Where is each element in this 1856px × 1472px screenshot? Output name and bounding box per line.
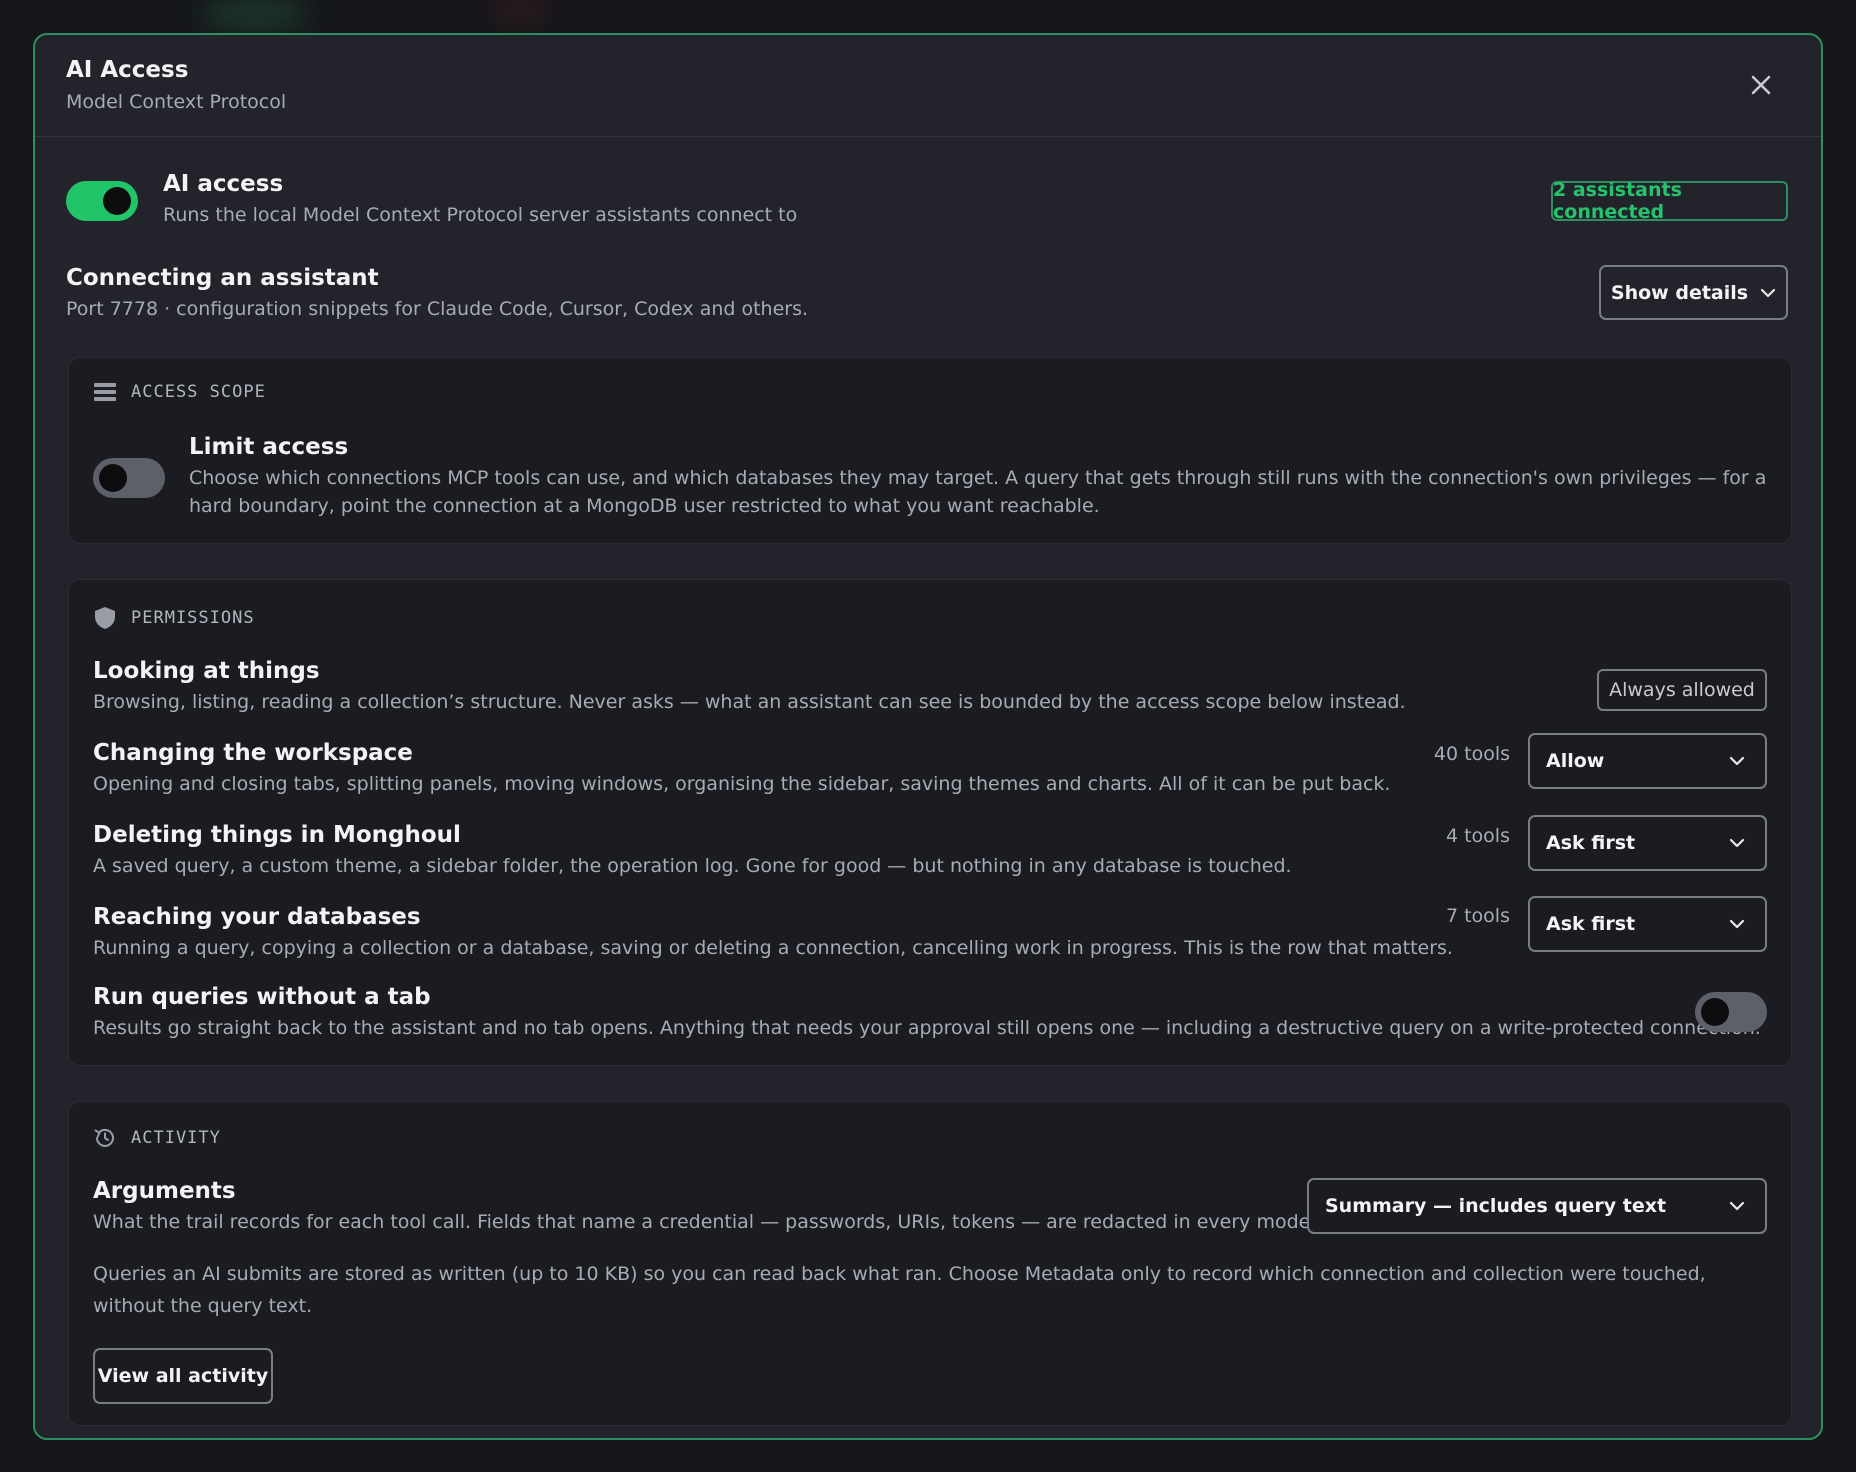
activity-note: Queries an AI submits are stored as writ…: [93, 1263, 1706, 1317]
databases-permission-value: Ask first: [1546, 913, 1636, 935]
chevron-down-icon: [1729, 919, 1745, 929]
modal-header: AI Access Model Context Protocol: [35, 35, 1821, 137]
deleting-permission-select[interactable]: Ask first: [1528, 815, 1767, 871]
workspace-permission-value: Allow: [1546, 750, 1605, 772]
ai-access-description: Runs the local Model Context Protocol se…: [163, 204, 798, 226]
databases-tools-count: 7 tools: [1445, 905, 1510, 927]
workspace-tools-count: 40 tools: [1433, 743, 1510, 765]
chevron-down-icon: [1760, 288, 1776, 297]
access-scope-header: ACCESS SCOPE: [93, 382, 266, 402]
show-details-button[interactable]: Show details: [1599, 265, 1788, 320]
run-without-tab-toggle[interactable]: [1695, 992, 1767, 1032]
close-button[interactable]: [1745, 69, 1777, 101]
no-tab-description: Results go straight back to the assistan…: [93, 1017, 1761, 1039]
permissions-header: PERMISSIONS: [93, 606, 255, 630]
deleting-description: A saved query, a custom theme, a sidebar…: [93, 855, 1292, 877]
permissions-card: PERMISSIONS Looking at things Browsing, …: [68, 579, 1792, 1066]
arguments-title: Arguments: [93, 1178, 236, 1204]
no-tab-title: Run queries without a tab: [93, 984, 431, 1010]
toggle-knob: [103, 187, 131, 215]
limit-access-toggle[interactable]: [93, 458, 165, 498]
databases-permission-select[interactable]: Ask first: [1528, 896, 1767, 952]
backdrop-glow: [490, 0, 550, 20]
view-all-activity-button[interactable]: View all activity: [93, 1348, 273, 1404]
history-icon: [94, 1128, 114, 1147]
activity-label: ACTIVITY: [131, 1128, 221, 1148]
looking-title: Looking at things: [93, 658, 320, 684]
connecting-description: Port 7778 · configuration snippets for C…: [66, 298, 809, 320]
modal-subtitle: Model Context Protocol: [66, 91, 287, 113]
view-all-activity-label: View all activity: [97, 1365, 269, 1387]
activity-header: ACTIVITY: [93, 1126, 221, 1150]
access-scope-card: ACCESS SCOPE Limit access Choose which c…: [68, 357, 1792, 544]
backdrop-glow: [200, 0, 310, 28]
activity-card: ACTIVITY Arguments What the trail record…: [68, 1101, 1792, 1426]
deleting-permission-value: Ask first: [1546, 832, 1636, 854]
looking-description: Browsing, listing, reading a collection’…: [93, 691, 1406, 713]
limit-access-title: Limit access: [189, 434, 349, 460]
close-icon: [1751, 75, 1771, 95]
chevron-down-icon: [1729, 838, 1745, 848]
ai-access-title: AI access: [163, 171, 284, 197]
arguments-mode-select[interactable]: Summary — includes query text: [1307, 1178, 1767, 1234]
ai-access-toggle[interactable]: [66, 181, 138, 221]
databases-description: Running a query, copying a collection or…: [93, 937, 1453, 959]
show-details-label: Show details: [1610, 281, 1749, 304]
workspace-title: Changing the workspace: [93, 740, 413, 766]
connecting-title: Connecting an assistant: [66, 265, 379, 291]
modal-title: AI Access: [66, 57, 189, 83]
assistants-connected-badge: 2 assistants connected: [1551, 179, 1788, 223]
server-stack-icon: [94, 383, 116, 401]
ai-access-modal: AI Access Model Context Protocol AI acce…: [33, 33, 1823, 1440]
deleting-title: Deleting things in Monghoul: [93, 822, 461, 848]
deleting-tools-count: 4 tools: [1445, 825, 1510, 847]
workspace-permission-select[interactable]: Allow: [1528, 733, 1767, 789]
always-allowed-badge: Always allowed: [1597, 669, 1767, 711]
toggle-knob: [99, 464, 127, 492]
permissions-label: PERMISSIONS: [131, 608, 255, 628]
arguments-description: What the trail records for each tool cal…: [93, 1211, 1317, 1233]
workspace-description: Opening and closing tabs, splitting pane…: [93, 773, 1391, 795]
shield-icon: [95, 607, 115, 629]
arguments-mode-value: Summary — includes query text: [1325, 1195, 1667, 1217]
chevron-down-icon: [1729, 1201, 1745, 1211]
databases-title: Reaching your databases: [93, 904, 421, 930]
limit-access-description: Choose which connections MCP tools can u…: [189, 467, 1767, 517]
toggle-knob: [1701, 998, 1729, 1026]
access-scope-label: ACCESS SCOPE: [131, 382, 266, 402]
chevron-down-icon: [1729, 756, 1745, 766]
